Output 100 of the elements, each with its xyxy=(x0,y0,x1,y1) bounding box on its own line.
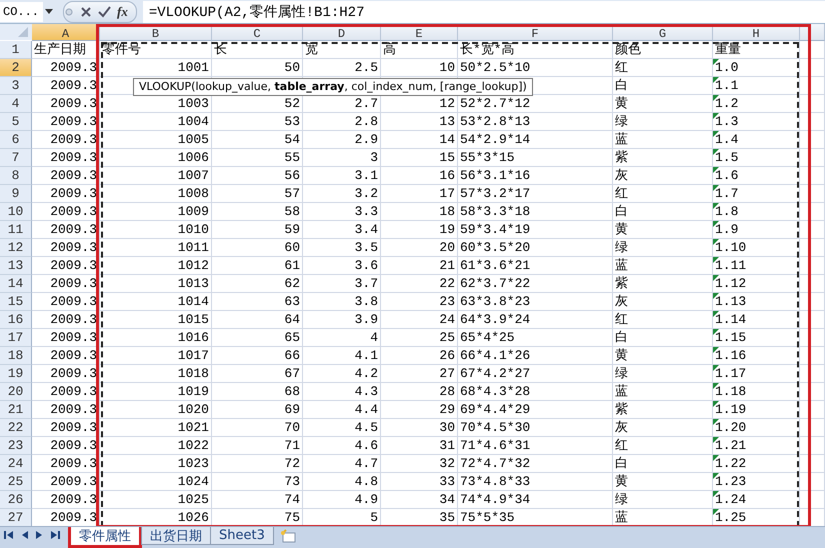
table-cell: 2009.3 xyxy=(50,186,97,201)
row-header[interactable]: 24 xyxy=(0,455,32,473)
table-cell: 69*4.4*29 xyxy=(460,402,530,417)
table-cell: 1.21 xyxy=(715,438,746,453)
table-cell: 73 xyxy=(284,474,300,489)
row-header[interactable]: 6 xyxy=(0,131,32,149)
row-header[interactable]: 19 xyxy=(0,365,32,383)
table-cell: 1.15 xyxy=(715,330,746,345)
row-header[interactable]: 26 xyxy=(0,491,32,509)
table-cell: 2009.3 xyxy=(50,366,97,381)
formula-field[interactable]: =VLOOKUP(A2,零件属性!B1:H27 xyxy=(142,0,825,22)
row-header[interactable]: 5 xyxy=(0,113,32,131)
table-cell: 1.8 xyxy=(715,204,738,219)
table-cell: 30 xyxy=(439,420,455,435)
table-cell: 长 xyxy=(214,42,227,57)
row-header[interactable]: 21 xyxy=(0,401,32,419)
row-header[interactable]: 8 xyxy=(0,167,32,185)
next-sheet-icon[interactable] xyxy=(36,531,43,539)
table-cell: 1.9 xyxy=(715,222,738,237)
table-cell: 黄 xyxy=(615,474,628,489)
cancel-icon[interactable] xyxy=(80,6,92,18)
row-header[interactable]: 17 xyxy=(0,329,32,347)
row-header[interactable]: 12 xyxy=(0,239,32,257)
table-cell: 1.7 xyxy=(715,186,738,201)
table-cell: 62*3.7*22 xyxy=(460,276,530,291)
table-cell: 1023 xyxy=(178,456,209,471)
column-header[interactable]: A xyxy=(32,24,100,41)
enter-check-icon[interactable] xyxy=(98,6,111,18)
table-cell: 1005 xyxy=(178,132,209,147)
table-cell: 66 xyxy=(284,348,300,363)
table-cell: 3.9 xyxy=(354,312,378,327)
sheet-tab[interactable]: 零件属性 xyxy=(68,527,142,548)
table-cell: 1.0 xyxy=(715,60,738,75)
table-cell: 1.1 xyxy=(715,78,738,93)
table-cell: 75*5*35 xyxy=(460,510,515,525)
first-sheet-icon[interactable] xyxy=(4,531,13,539)
table-cell: 1012 xyxy=(178,258,209,273)
table-cell: 35 xyxy=(439,510,455,525)
row-header[interactable]: 18 xyxy=(0,347,32,365)
row-header[interactable]: 10 xyxy=(0,203,32,221)
table-cell: 1009 xyxy=(178,204,209,219)
row-header[interactable]: 2 xyxy=(0,59,32,77)
table-cell: 4.6 xyxy=(354,438,378,453)
table-cell: 1013 xyxy=(178,276,209,291)
table-cell: 72*4.7*32 xyxy=(460,456,530,471)
table-cell: 1.23 xyxy=(715,474,746,489)
table-cell: 56 xyxy=(284,168,300,183)
row-header[interactable]: 4 xyxy=(0,95,32,113)
dropdown-caret-icon[interactable] xyxy=(45,9,53,14)
table-cell: 1022 xyxy=(178,438,209,453)
table-cell: 白 xyxy=(615,204,628,219)
table-cell: 20 xyxy=(439,240,455,255)
last-sheet-icon[interactable] xyxy=(51,531,60,539)
table-cell: 1.17 xyxy=(715,366,746,381)
row-header[interactable]: 13 xyxy=(0,257,32,275)
table-cell: 1.12 xyxy=(715,276,746,291)
row-header[interactable]: 15 xyxy=(0,293,32,311)
table-cell: 1.14 xyxy=(715,312,746,327)
table-cell: 1.22 xyxy=(715,456,746,471)
row-header[interactable]: 22 xyxy=(0,419,32,437)
row-header[interactable]: 11 xyxy=(0,221,32,239)
table-cell: 68*4.3*28 xyxy=(460,384,530,399)
table-cell: 33 xyxy=(439,474,455,489)
table-cell: 2009.3 xyxy=(50,420,97,435)
table-cell: 1.24 xyxy=(715,492,746,507)
sheet-tab[interactable]: 出货日期 xyxy=(141,527,211,545)
row-header[interactable]: 9 xyxy=(0,185,32,203)
table-cell: 65 xyxy=(284,330,300,345)
name-box[interactable]: CO... xyxy=(0,2,43,22)
table-cell: 53*2.8*13 xyxy=(460,114,530,129)
previous-sheet-icon[interactable] xyxy=(21,531,28,539)
row-header[interactable]: 14 xyxy=(0,275,32,293)
table-cell: 3.3 xyxy=(354,204,378,219)
table-cell: 57*3.2*17 xyxy=(460,186,530,201)
insert-function-button[interactable]: fx xyxy=(117,4,128,20)
row-header[interactable]: 20 xyxy=(0,383,32,401)
row-header[interactable]: 7 xyxy=(0,149,32,167)
row-header[interactable]: 27 xyxy=(0,509,32,526)
sheet-tab[interactable]: Sheet3 xyxy=(210,527,274,545)
row-header[interactable]: 1 xyxy=(0,41,32,59)
row-header[interactable]: 25 xyxy=(0,473,32,491)
table-cell: 3.4 xyxy=(354,222,378,237)
table-cell: 1019 xyxy=(178,384,209,399)
table-cell: 64 xyxy=(284,312,300,327)
row-header[interactable]: 3 xyxy=(0,77,32,95)
table-cell: 1.4 xyxy=(715,132,738,147)
table-cell: 58*3.3*18 xyxy=(460,204,530,219)
table-cell: 2009.3 xyxy=(50,240,97,255)
table-cell: 61 xyxy=(284,258,300,273)
table-cell: 54 xyxy=(284,132,300,147)
table-cell: 60*3.5*20 xyxy=(460,240,530,255)
table-cell: 1003 xyxy=(178,96,209,111)
row-header[interactable]: 23 xyxy=(0,437,32,455)
row-header[interactable]: 16 xyxy=(0,311,32,329)
insert-sheet-icon[interactable] xyxy=(278,529,297,543)
table-cell: 蓝 xyxy=(615,510,628,525)
table-cell: 2009.3 xyxy=(50,474,97,489)
table-cell: 73*4.8*33 xyxy=(460,474,530,489)
table-cell: 50 xyxy=(284,60,300,75)
table-cell: 71 xyxy=(284,438,300,453)
